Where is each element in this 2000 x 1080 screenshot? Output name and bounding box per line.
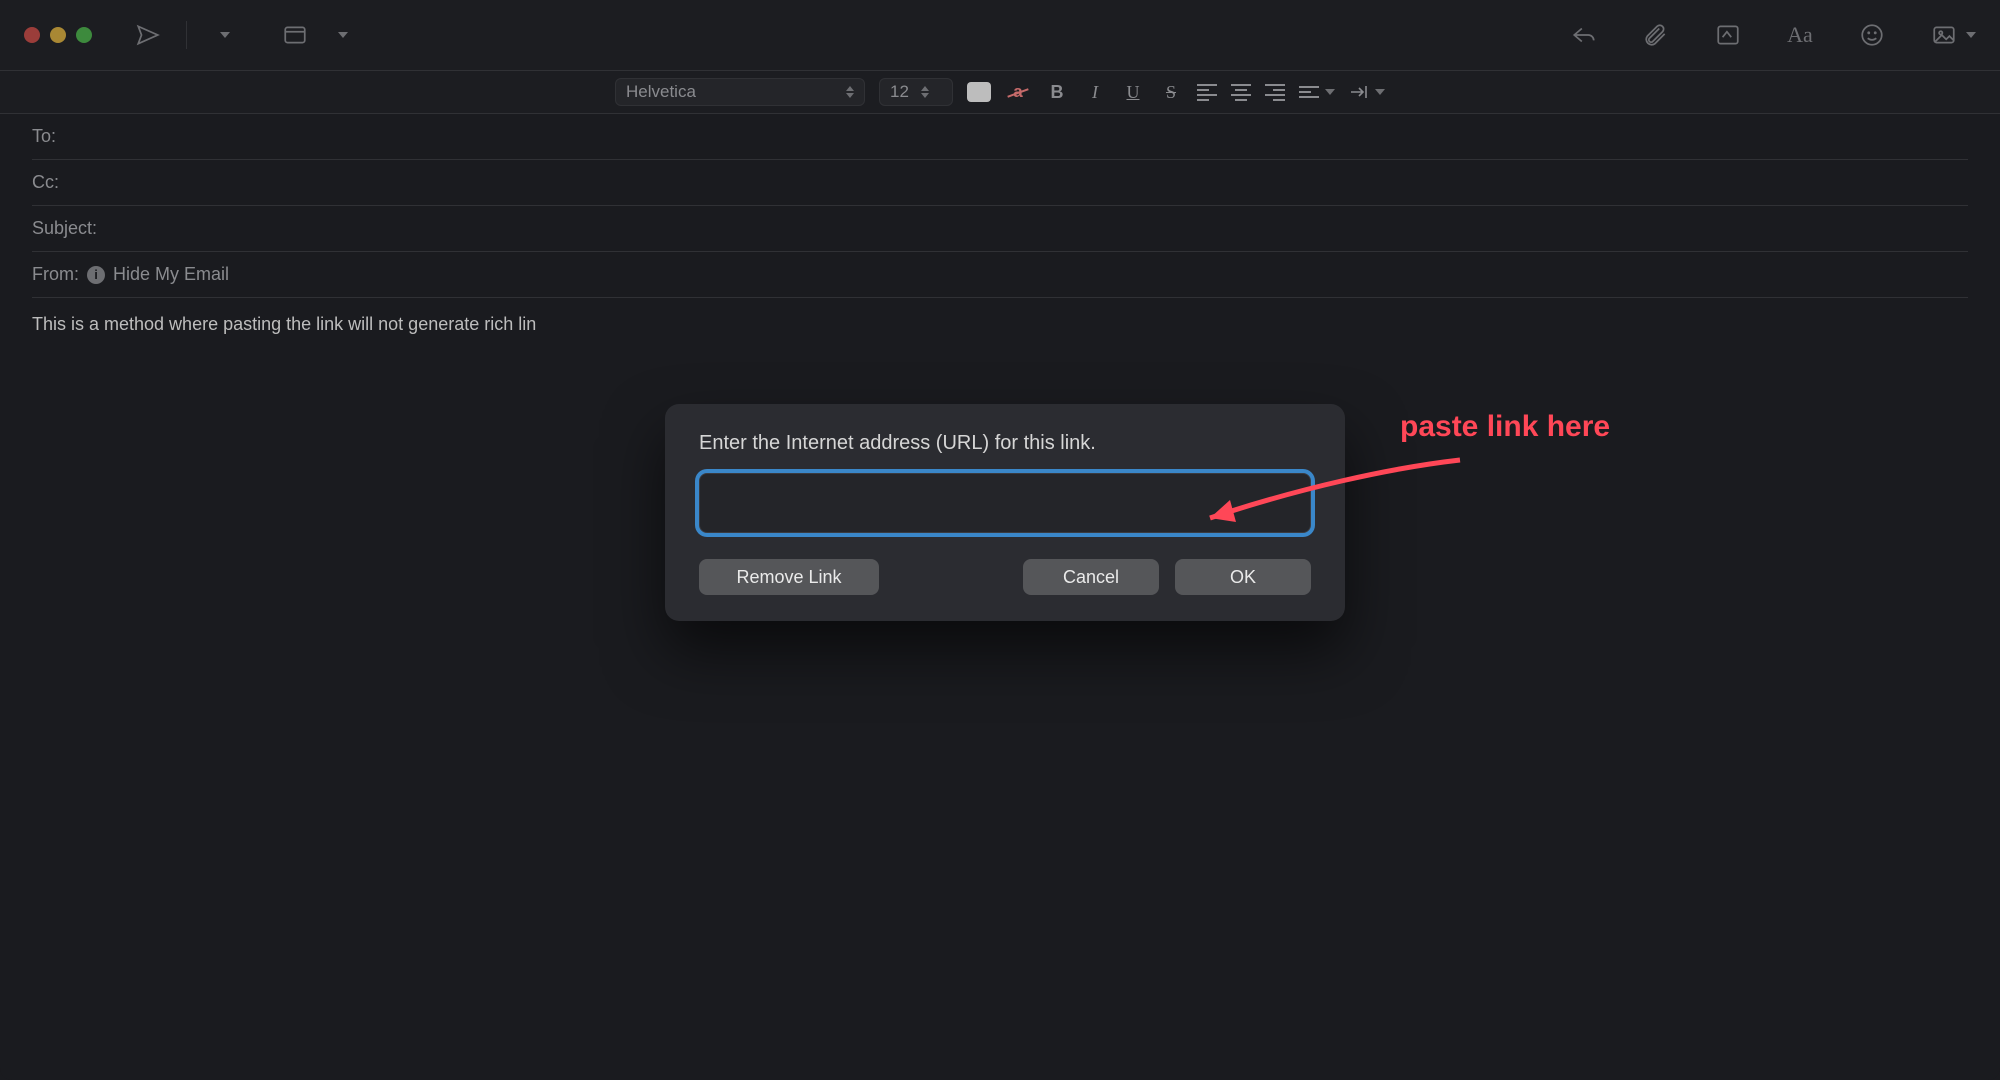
mail-compose-window: Aa Helvetica 12 a B I U: [0, 0, 2000, 1080]
format-icon[interactable]: Aa: [1784, 19, 1816, 51]
strikethrough-button[interactable]: S: [1159, 82, 1183, 103]
remove-link-button[interactable]: Remove Link: [699, 559, 879, 595]
toolbar-separator: [186, 21, 187, 49]
from-value: Hide My Email: [113, 264, 229, 285]
titlebar: Aa: [0, 0, 2000, 70]
list-style-button[interactable]: [1299, 86, 1335, 98]
font-size-select[interactable]: 12: [879, 78, 953, 106]
chevron-down-icon[interactable]: [327, 19, 359, 51]
url-input[interactable]: [699, 473, 1311, 533]
stepper-icon: [921, 86, 929, 98]
photo-browser-button[interactable]: [1928, 19, 1976, 51]
ok-button[interactable]: OK: [1175, 559, 1311, 595]
reply-icon[interactable]: [1568, 19, 1600, 51]
emoji-icon[interactable]: [1856, 19, 1888, 51]
markup-icon[interactable]: [1712, 19, 1744, 51]
format-bar: Helvetica 12 a B I U S: [0, 70, 2000, 114]
to-field[interactable]: To:: [32, 114, 1968, 160]
photo-browser-icon: [1928, 19, 1960, 51]
body-text: This is a method where pasting the link …: [32, 314, 536, 334]
send-icon[interactable]: [132, 19, 164, 51]
close-window-button[interactable]: [24, 27, 40, 43]
align-center-button[interactable]: [1231, 84, 1251, 101]
toolbar-right-group: Aa: [1568, 19, 1976, 51]
italic-button[interactable]: I: [1083, 82, 1107, 103]
from-label: From:: [32, 264, 79, 285]
cc-label: Cc:: [32, 172, 59, 193]
window-controls: [24, 27, 92, 43]
dialog-prompt: Enter the Internet address (URL) for thi…: [699, 432, 1311, 455]
text-color-strike-icon[interactable]: a: [1005, 81, 1031, 103]
chevron-down-icon: [1375, 89, 1385, 95]
from-value-pill[interactable]: i Hide My Email: [87, 264, 229, 285]
info-icon: i: [87, 266, 105, 284]
indent-button[interactable]: [1349, 84, 1385, 100]
chevron-down-icon: [1325, 89, 1335, 95]
align-left-button[interactable]: [1197, 84, 1217, 101]
from-field[interactable]: From: i Hide My Email: [32, 252, 1968, 298]
text-color-swatch[interactable]: [967, 82, 991, 102]
bold-button[interactable]: B: [1045, 82, 1069, 103]
chevron-down-icon[interactable]: [209, 19, 241, 51]
template-icon[interactable]: [279, 19, 311, 51]
cancel-button[interactable]: Cancel: [1023, 559, 1159, 595]
underline-button[interactable]: U: [1121, 82, 1145, 103]
font-family-value: Helvetica: [626, 82, 696, 102]
subject-label: Subject:: [32, 218, 97, 239]
annotation-text: paste link here: [1400, 410, 1610, 444]
zoom-window-button[interactable]: [76, 27, 92, 43]
align-right-button[interactable]: [1265, 84, 1285, 101]
minimize-window-button[interactable]: [50, 27, 66, 43]
cc-field[interactable]: Cc:: [32, 160, 1968, 206]
chevron-down-icon: [1966, 32, 1976, 38]
subject-field[interactable]: Subject:: [32, 206, 1968, 252]
message-headers: To: Cc: Subject: From: i Hide My Email: [0, 114, 2000, 298]
dialog-buttons: Remove Link Cancel OK: [699, 559, 1311, 595]
stepper-icon: [846, 86, 854, 98]
font-family-select[interactable]: Helvetica: [615, 78, 865, 106]
to-label: To:: [32, 126, 56, 147]
message-body[interactable]: This is a method where pasting the link …: [0, 298, 2000, 351]
paperclip-icon[interactable]: [1640, 19, 1672, 51]
font-size-value: 12: [890, 82, 909, 102]
insert-link-dialog: Enter the Internet address (URL) for thi…: [665, 404, 1345, 621]
